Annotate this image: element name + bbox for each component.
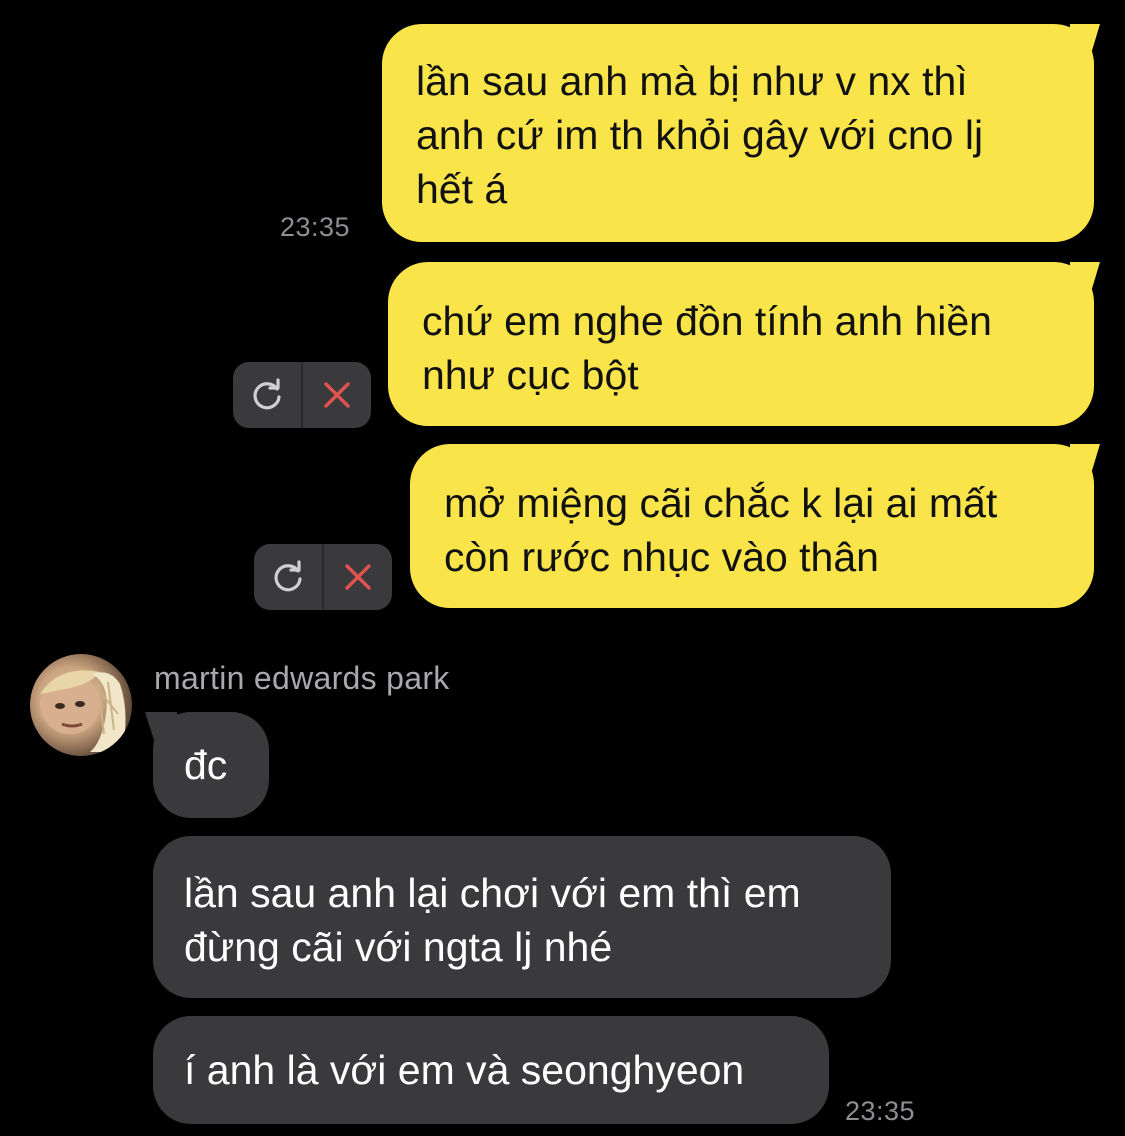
message-timestamp: 23:35	[845, 1096, 916, 1126]
avatar-image	[40, 670, 126, 752]
failed-message-actions	[254, 544, 392, 610]
incoming-message-1[interactable]: đc	[145, 712, 269, 818]
message-text: í anh là với em và seonghyeon	[184, 1047, 745, 1093]
delete-button[interactable]	[303, 362, 371, 428]
delete-button[interactable]	[324, 544, 392, 610]
incoming-message-3[interactable]: í anh là với em và seonghyeon	[153, 1016, 829, 1124]
bubble-tail	[1070, 262, 1100, 292]
bubble-tail	[1070, 24, 1100, 54]
retry-icon	[253, 378, 281, 410]
outgoing-message-1[interactable]: lần sau anh mà bị như v nx thì anh cứ im…	[382, 24, 1100, 242]
retry-icon	[274, 560, 302, 592]
sender-name: martin edwards park	[154, 660, 450, 696]
message-text: đc	[184, 742, 228, 788]
avatar[interactable]	[30, 654, 132, 756]
bubble-tail	[1070, 444, 1100, 474]
close-icon	[324, 382, 350, 408]
message-text: chứ em nghe đồn tính anh hiền như cục bộ…	[422, 298, 992, 398]
message-text: mở miệng cãi chắc k lại ai mất còn rước …	[444, 480, 998, 580]
retry-button[interactable]	[233, 362, 301, 428]
close-icon	[345, 564, 371, 590]
bubble-tail	[145, 712, 177, 742]
incoming-message-2[interactable]: lần sau anh lại chơi với em thì em đừng …	[153, 836, 891, 998]
message-text: lần sau anh lại chơi với em thì em đừng …	[184, 870, 801, 970]
failed-message-actions	[233, 362, 371, 428]
outgoing-message-2[interactable]: chứ em nghe đồn tính anh hiền như cục bộ…	[388, 262, 1100, 426]
outgoing-message-3[interactable]: mở miệng cãi chắc k lại ai mất còn rước …	[410, 444, 1100, 608]
retry-button[interactable]	[254, 544, 322, 610]
message-text: lần sau anh mà bị như v nx thì anh cứ im…	[416, 58, 984, 212]
message-timestamp: 23:35	[280, 212, 351, 242]
